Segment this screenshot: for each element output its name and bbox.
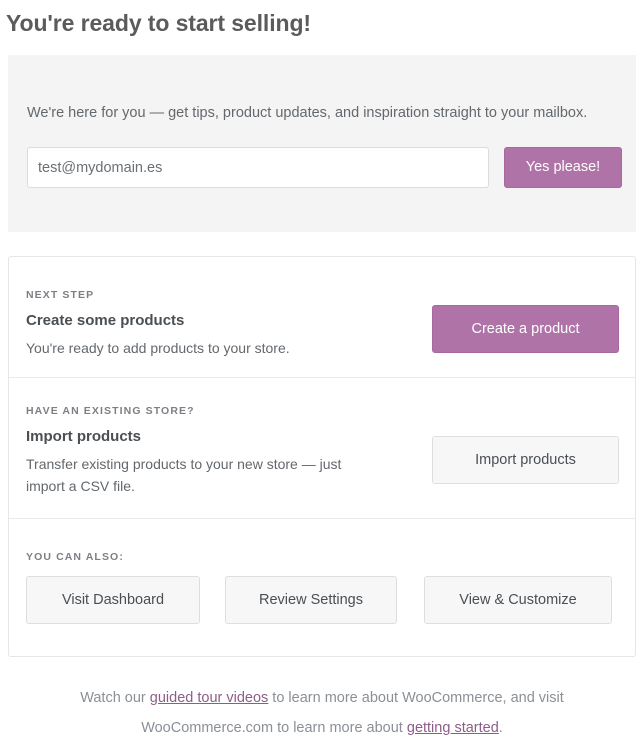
page-title: You're ready to start selling! [6, 10, 311, 36]
newsletter-description: We're here for you — get tips, product u… [27, 104, 588, 121]
import-products-button[interactable]: Import products [432, 436, 619, 484]
footer-help-text: Watch our guided tour videos to learn mo… [0, 683, 644, 743]
email-input[interactable] [27, 147, 489, 188]
setup-complete-page: You're ready to start selling! We're her… [0, 0, 644, 751]
card-section-import-products: HAVE AN EXISTING STORE? Import products … [9, 378, 635, 519]
review-settings-button[interactable]: Review Settings [225, 576, 397, 624]
newsletter-subscribe-button[interactable]: Yes please! [504, 147, 622, 188]
getting-started-link[interactable]: getting started [407, 720, 499, 736]
card-section-create-products: NEXT STEP Create some products You're re… [9, 257, 635, 378]
create-a-product-button[interactable]: Create a product [432, 305, 619, 353]
section-title-create-products: Create some products [26, 312, 185, 329]
card-section-you-can-also: YOU CAN ALSO: Visit Dashboard Review Set… [9, 519, 635, 655]
view-and-customize-button[interactable]: View & Customize [424, 576, 612, 624]
footer-line1-prefix: Watch our [80, 690, 150, 706]
eyebrow-next-step: NEXT STEP [26, 289, 95, 301]
eyebrow-existing-store: HAVE AN EXISTING STORE? [26, 405, 195, 417]
next-steps-card: NEXT STEP Create some products You're re… [8, 256, 636, 657]
footer-line2-prefix: WooCommerce.com to learn more about [141, 720, 407, 736]
footer-line1-suffix: to learn more about WooCommerce, and vis… [268, 690, 564, 706]
newsletter-form: Yes please! [27, 147, 622, 188]
visit-dashboard-button[interactable]: Visit Dashboard [26, 576, 200, 624]
guided-tour-videos-link[interactable]: guided tour videos [150, 690, 269, 706]
also-button-group: Visit Dashboard Review Settings View & C… [26, 576, 621, 624]
newsletter-panel: We're here for you — get tips, product u… [8, 55, 636, 232]
footer-line2-suffix: . [498, 720, 503, 736]
eyebrow-you-can-also: YOU CAN ALSO: [26, 551, 124, 563]
section-title-import-products: Import products [26, 428, 141, 445]
section-description-import-products: Transfer existing products to your new s… [26, 456, 342, 494]
section-description-create-products: You're ready to add products to your sto… [26, 340, 290, 356]
